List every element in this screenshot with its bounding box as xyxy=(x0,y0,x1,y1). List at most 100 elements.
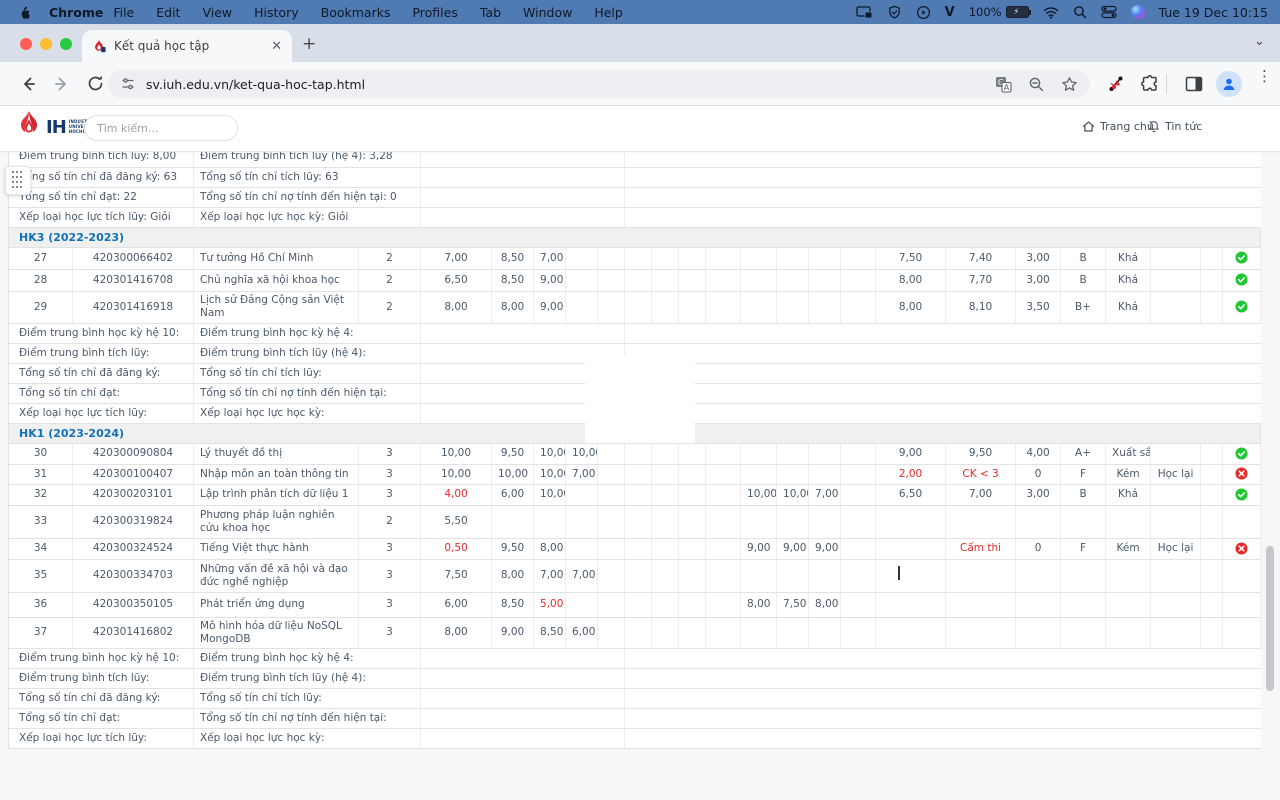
scrollbar-thumb[interactable] xyxy=(1266,546,1274,691)
score-cell xyxy=(1201,291,1223,323)
course-index: 32 xyxy=(9,484,73,505)
menu-item-edit[interactable]: Edit xyxy=(156,5,180,20)
score-cell: Khá xyxy=(1106,484,1151,505)
score-cell xyxy=(598,247,625,269)
score-cell: 6,00 xyxy=(566,617,598,648)
browser-tab[interactable]: Kết quả học tập ✕ xyxy=(82,30,292,62)
search-input[interactable] xyxy=(95,121,244,136)
score-cell: Kém xyxy=(1106,464,1151,484)
custom-extension-icon[interactable] xyxy=(1106,74,1126,98)
score-cell: B xyxy=(1061,247,1106,269)
close-window-button[interactable] xyxy=(20,38,32,50)
score-cell: Học lại xyxy=(1151,538,1201,559)
score-cell: 7,50 xyxy=(421,559,492,592)
spotlight-search-icon[interactable] xyxy=(1073,5,1087,19)
course-code: 420300090804 xyxy=(73,443,194,464)
score-cell xyxy=(876,538,946,559)
score-cell xyxy=(625,505,652,538)
semester-title: HK3 (2022-2023) xyxy=(9,227,1261,247)
wifi-icon[interactable] xyxy=(1043,6,1059,19)
back-button[interactable] xyxy=(18,74,38,98)
menu-item-window[interactable]: Window xyxy=(523,5,572,20)
score-cell xyxy=(1151,291,1201,323)
site-search[interactable] xyxy=(84,115,238,141)
omnibox[interactable]: sv.iuh.edu.vn/ket-qua-hoc-tap.html GA xyxy=(108,70,1090,98)
score-cell xyxy=(652,464,679,484)
score-cell xyxy=(841,617,876,648)
course-row: 31420300100407Nhập môn an toàn thông tin… xyxy=(9,464,1261,484)
score-cell xyxy=(1201,247,1223,269)
score-cell xyxy=(706,592,741,617)
url-text[interactable]: sv.iuh.edu.vn/ket-qua-hoc-tap.html xyxy=(146,77,979,92)
pass-status-icon xyxy=(1223,291,1261,323)
score-cell xyxy=(598,269,625,291)
score-cell xyxy=(777,505,809,538)
nav-news-link[interactable]: Tin tức xyxy=(1148,120,1202,133)
semester-header-row: HK3 (2022-2023) xyxy=(9,227,1261,247)
chrome-menu-kebab-icon[interactable]: ⋮ xyxy=(1257,72,1272,80)
apple-menu-icon[interactable] xyxy=(18,5,31,20)
score-cell xyxy=(652,617,679,648)
control-center-icon[interactable] xyxy=(1101,5,1117,19)
reload-button[interactable] xyxy=(86,74,105,97)
course-credits: 3 xyxy=(359,592,421,617)
zoom-out-icon[interactable] xyxy=(1028,76,1045,93)
active-app-name[interactable]: Chrome xyxy=(49,5,103,20)
score-cell: 0 xyxy=(1016,538,1061,559)
minimize-window-button[interactable] xyxy=(40,38,52,50)
score-cell: 9,50 xyxy=(946,443,1016,464)
results-table-wrap: Điểm trung bình tích lũy: 8,00Điểm trung… xyxy=(8,147,1260,749)
course-code: 420300324524 xyxy=(73,538,194,559)
score-cell: 10,00 xyxy=(777,484,809,505)
shield-icon[interactable] xyxy=(887,5,902,20)
summary-label-left: Điểm trung bình học kỳ hệ 10: xyxy=(9,323,194,343)
menu-item-profiles[interactable]: Profiles xyxy=(412,5,457,20)
score-cell xyxy=(534,505,566,538)
side-panel-icon[interactable] xyxy=(1184,74,1204,98)
score-cell: 7,00 xyxy=(566,559,598,592)
nav-home-link[interactable]: Trang chủ xyxy=(1082,120,1154,133)
score-cell: 4,00 xyxy=(421,484,492,505)
score-cell xyxy=(1151,247,1201,269)
score-cell xyxy=(652,247,679,269)
score-cell xyxy=(946,617,1016,648)
score-cell xyxy=(1016,505,1061,538)
v-status-glyph[interactable]: V xyxy=(945,5,955,20)
menu-item-file[interactable]: File xyxy=(113,5,134,20)
menu-item-history[interactable]: History xyxy=(254,5,298,20)
forward-button[interactable] xyxy=(52,74,72,98)
score-cell xyxy=(598,484,625,505)
menubar-clock[interactable]: Tue 19 Dec 10:15 xyxy=(1159,5,1268,20)
score-cell: B+ xyxy=(1061,291,1106,323)
bookmark-star-icon[interactable] xyxy=(1061,76,1078,93)
battery-status[interactable]: 100% ⚡ xyxy=(969,5,1029,19)
course-row: 35420300334703Những vấn đề xã hội và đạo… xyxy=(9,559,1261,592)
menu-item-tab[interactable]: Tab xyxy=(480,5,501,20)
translate-icon[interactable]: GA xyxy=(995,76,1012,93)
screen-mirroring-icon[interactable] xyxy=(856,5,873,19)
score-cell xyxy=(809,269,841,291)
extensions-puzzle-icon[interactable] xyxy=(1140,74,1160,98)
siri-icon[interactable] xyxy=(1131,5,1145,19)
score-cell: 9,00 xyxy=(876,443,946,464)
score-cell: 3,00 xyxy=(1016,484,1061,505)
menu-item-bookmarks[interactable]: Bookmarks xyxy=(321,5,391,20)
score-cell xyxy=(706,538,741,559)
course-credits: 3 xyxy=(359,443,421,464)
play-circle-icon[interactable] xyxy=(916,5,931,20)
menu-item-view[interactable]: View xyxy=(202,5,232,20)
new-tab-button[interactable]: + xyxy=(302,36,316,53)
menu-item-help[interactable]: Help xyxy=(594,5,623,20)
course-index: 33 xyxy=(9,505,73,538)
site-settings-tune-icon[interactable] xyxy=(120,76,136,92)
semester-summary-row: Điểm trung bình học kỳ hệ 10:Điểm trung … xyxy=(9,648,1261,668)
course-name: Phương pháp luận nghiên cứu khoa học xyxy=(194,505,359,538)
profile-avatar[interactable] xyxy=(1216,71,1242,97)
zoom-window-button[interactable] xyxy=(60,38,72,50)
tab-close-icon[interactable]: ✕ xyxy=(271,39,282,54)
tab-strip-chevron-icon[interactable]: ⌄ xyxy=(1254,34,1265,49)
score-cell xyxy=(566,538,598,559)
summary-label-left: Điểm trung bình tích lũy: xyxy=(9,668,194,688)
course-name: Lý thuyết đồ thị xyxy=(194,443,359,464)
drag-handle-widget[interactable] xyxy=(5,166,31,195)
